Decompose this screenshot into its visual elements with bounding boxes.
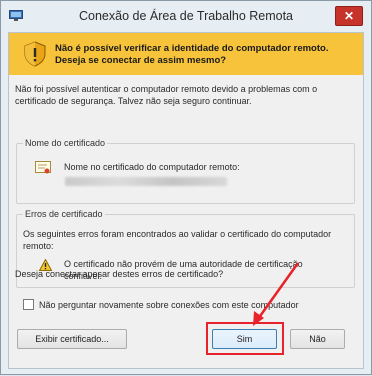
annotation-highlight-box — [206, 322, 284, 355]
dont-ask-again-checkbox[interactable] — [23, 299, 34, 310]
errors-description: Os seguintes erros foram encontrados ao … — [23, 229, 332, 251]
connect-question: Deseja conectar apesar destes erros de c… — [15, 269, 224, 279]
dont-ask-again-label[interactable]: Não perguntar novamente sobre conexões c… — [39, 300, 299, 310]
certificate-name-value-blurred — [65, 177, 227, 186]
warning-banner: Não é possível verificar a identidade do… — [9, 33, 363, 75]
shield-warning-icon — [24, 41, 46, 67]
errors-group-label: Erros de certificado — [23, 209, 105, 219]
view-certificate-button[interactable]: Exibir certificado... — [17, 329, 127, 349]
window-title: Conexão de Área de Trabalho Remota — [78, 9, 294, 23]
dialog-body: Não é possível verificar a identidade do… — [8, 32, 364, 369]
intro-text: Não foi possível autenticar o computador… — [15, 84, 318, 106]
close-button[interactable]: ✕ — [335, 6, 363, 26]
no-button[interactable]: Não — [290, 329, 345, 349]
rdp-dialog-window: Conexão de Área de Trabalho Remota ✕ Não… — [0, 0, 372, 375]
warning-banner-text: Não é possível verificar a identidade do… — [55, 43, 329, 66]
certificate-icon — [35, 161, 51, 174]
certificate-name-group: Nome do certificado Nome no certificado … — [16, 138, 355, 204]
certificate-group-label: Nome do certificado — [23, 138, 108, 148]
title-bar[interactable]: Conexão de Área de Trabalho Remota ✕ — [1, 1, 371, 31]
certificate-name-label: Nome no certificado do computador remoto… — [64, 162, 240, 172]
